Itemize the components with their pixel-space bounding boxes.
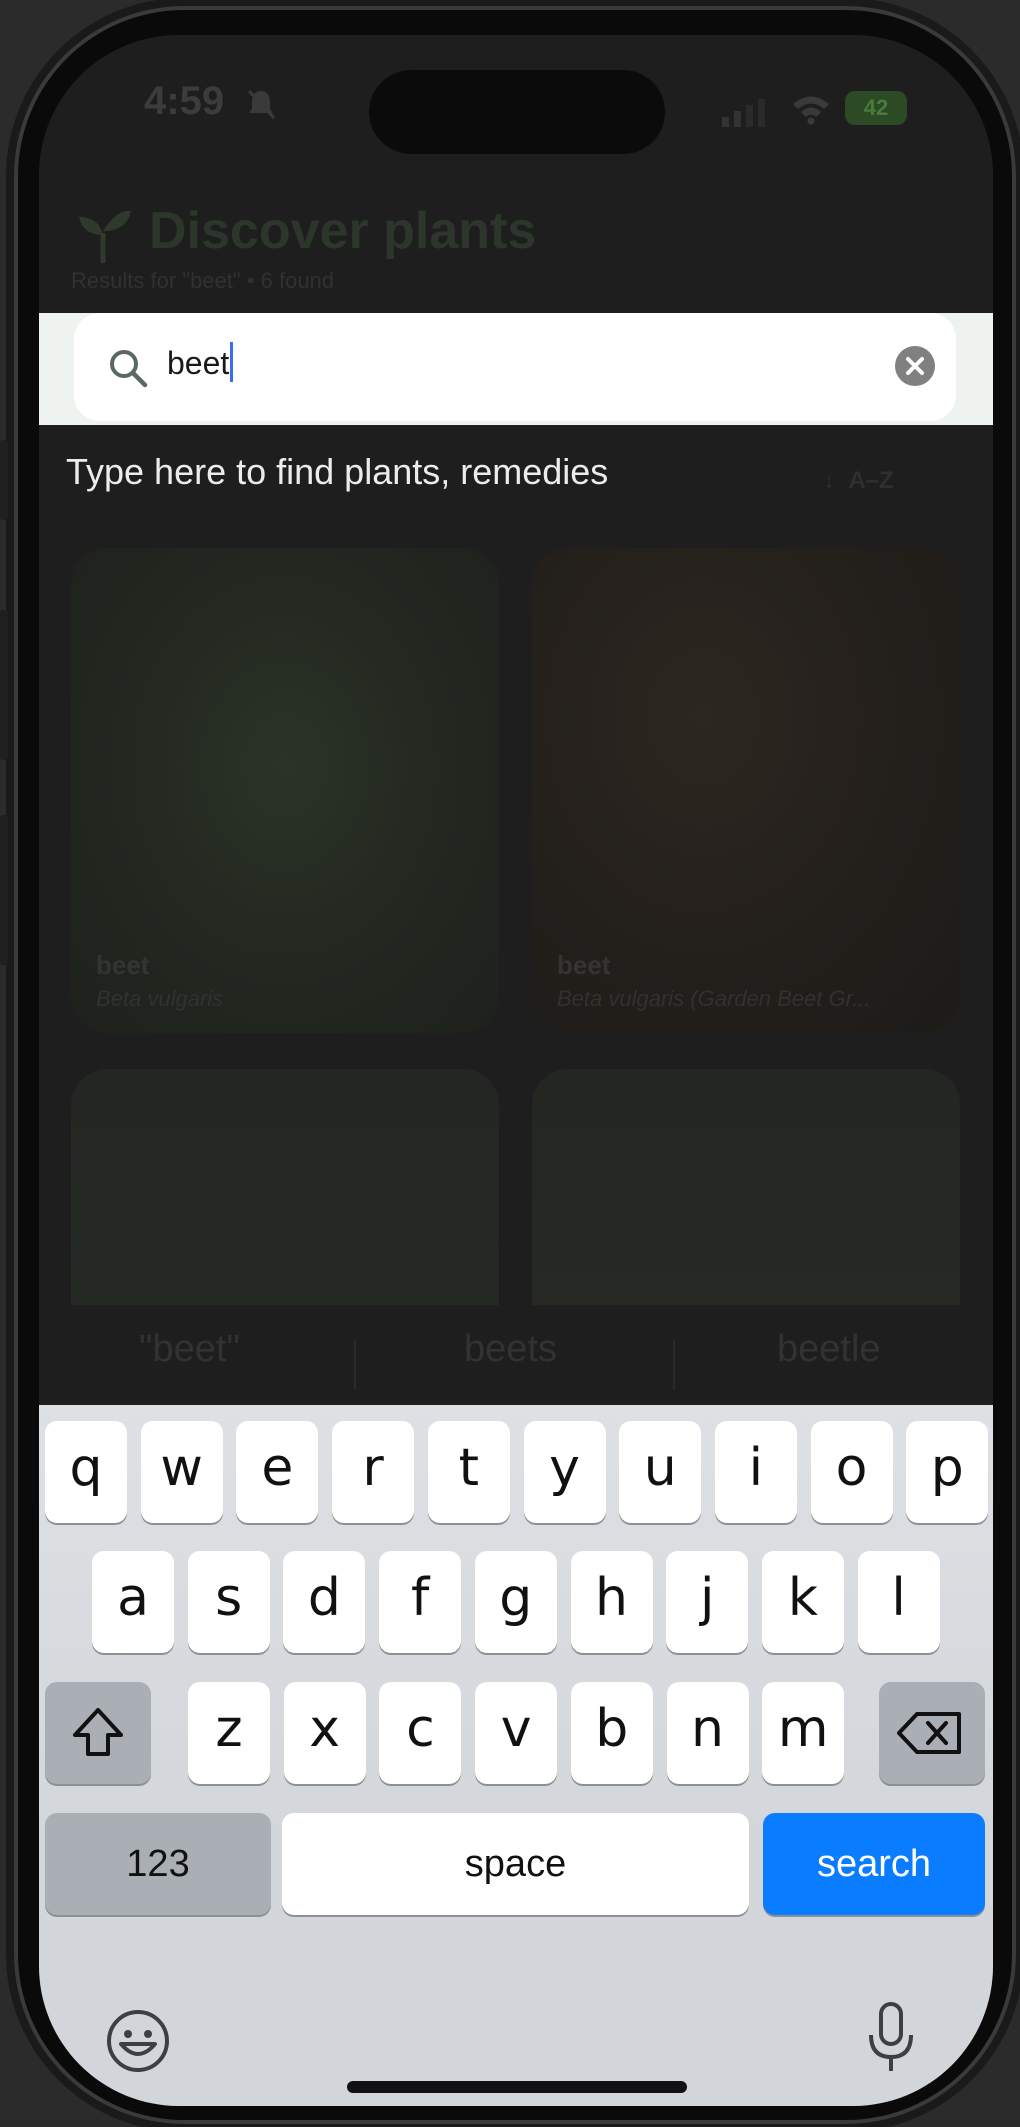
key-q[interactable]: q: [45, 1421, 127, 1523]
key-e[interactable]: e: [236, 1421, 319, 1523]
key-k[interactable]: k: [761, 1551, 844, 1653]
plant-card-title: beet: [96, 950, 150, 980]
side-button: [0, 440, 8, 520]
key-z[interactable]: z: [188, 1682, 270, 1784]
status-bar: 4:59 42: [39, 35, 993, 154]
battery-indicator: 42: [845, 91, 907, 125]
status-time: 4:59: [144, 79, 225, 123]
results-subtitle: Results for "beet" • 6 found: [71, 268, 335, 293]
key-n[interactable]: n: [666, 1682, 749, 1784]
delete-key[interactable]: [879, 1682, 985, 1784]
bell-muted-icon: [247, 89, 276, 120]
emoji-icon[interactable]: [105, 2008, 171, 2074]
search-input-value: beet: [167, 345, 230, 381]
key-w[interactable]: w: [140, 1421, 223, 1523]
divider: [354, 1340, 356, 1390]
plant-card-title: beet: [557, 950, 611, 980]
search-hint: Type here to find plants, remedies: [66, 451, 609, 492]
key-j[interactable]: j: [666, 1551, 749, 1653]
key-v[interactable]: v: [475, 1682, 558, 1784]
space-key[interactable]: space: [282, 1813, 749, 1915]
key-r[interactable]: r: [332, 1421, 415, 1523]
plant-card-image: [532, 1069, 960, 1305]
search-box[interactable]: beet: [74, 313, 956, 421]
search-input[interactable]: beet: [167, 342, 234, 382]
key-p[interactable]: p: [906, 1421, 989, 1523]
key-m[interactable]: m: [762, 1682, 845, 1784]
side-button: [0, 610, 8, 760]
dynamic-island: [369, 70, 665, 154]
clear-search-button[interactable]: [895, 346, 935, 386]
key-f[interactable]: f: [379, 1551, 462, 1653]
shift-icon: [73, 1708, 123, 1756]
close-icon: [906, 357, 924, 375]
plant-card[interactable]: beet Beta vulgaris: [71, 548, 499, 1033]
divider: [673, 1340, 675, 1390]
home-indicator: [347, 2081, 687, 2093]
key-b[interactable]: b: [570, 1682, 653, 1784]
key-d[interactable]: d: [283, 1551, 366, 1653]
backspace-icon: [897, 1712, 961, 1754]
key-s[interactable]: s: [187, 1551, 270, 1653]
side-button: [0, 815, 8, 965]
key-u[interactable]: u: [619, 1421, 702, 1523]
sprout-icon: [79, 210, 131, 263]
search-key[interactable]: search: [763, 1813, 985, 1915]
plant-card[interactable]: beet Beta vulgaris (Garden Beet Gr...: [532, 548, 960, 1033]
key-l[interactable]: l: [857, 1551, 940, 1653]
plant-card-image: [71, 1069, 499, 1305]
sort-button[interactable]: ↓ A–Z: [823, 467, 894, 495]
numbers-key[interactable]: 123: [45, 1813, 271, 1915]
signal-icon: [722, 99, 765, 127]
wifi-icon: [793, 96, 829, 125]
microphone-icon[interactable]: [865, 2001, 917, 2075]
shift-key[interactable]: [45, 1682, 151, 1784]
key-t[interactable]: t: [427, 1421, 510, 1523]
arrow-down-icon: ↓: [823, 467, 835, 494]
search-icon: [110, 350, 148, 388]
prediction-item[interactable]: beets: [464, 1328, 557, 1371]
plant-card-subtitle: Beta vulgaris (Garden Beet Gr...: [557, 986, 871, 1011]
key-g[interactable]: g: [474, 1551, 557, 1653]
key-x[interactable]: x: [283, 1682, 366, 1784]
plant-card-subtitle: Beta vulgaris: [96, 986, 224, 1011]
key-i[interactable]: i: [714, 1421, 797, 1523]
key-y[interactable]: y: [523, 1421, 606, 1523]
plant-card[interactable]: [71, 1069, 499, 1305]
screen: 4:59 42 Discover plants Results for "bee…: [39, 35, 993, 2106]
text-caret: [230, 342, 234, 382]
prediction-item[interactable]: "beet": [139, 1328, 240, 1371]
key-o[interactable]: o: [810, 1421, 893, 1523]
key-c[interactable]: c: [379, 1682, 462, 1784]
plant-card[interactable]: [532, 1069, 960, 1305]
page-title: Discover plants: [149, 202, 537, 260]
prediction-item[interactable]: beetle: [777, 1328, 881, 1371]
sort-label: A–Z: [848, 467, 894, 494]
key-a[interactable]: a: [92, 1551, 174, 1653]
key-h[interactable]: h: [570, 1551, 653, 1653]
